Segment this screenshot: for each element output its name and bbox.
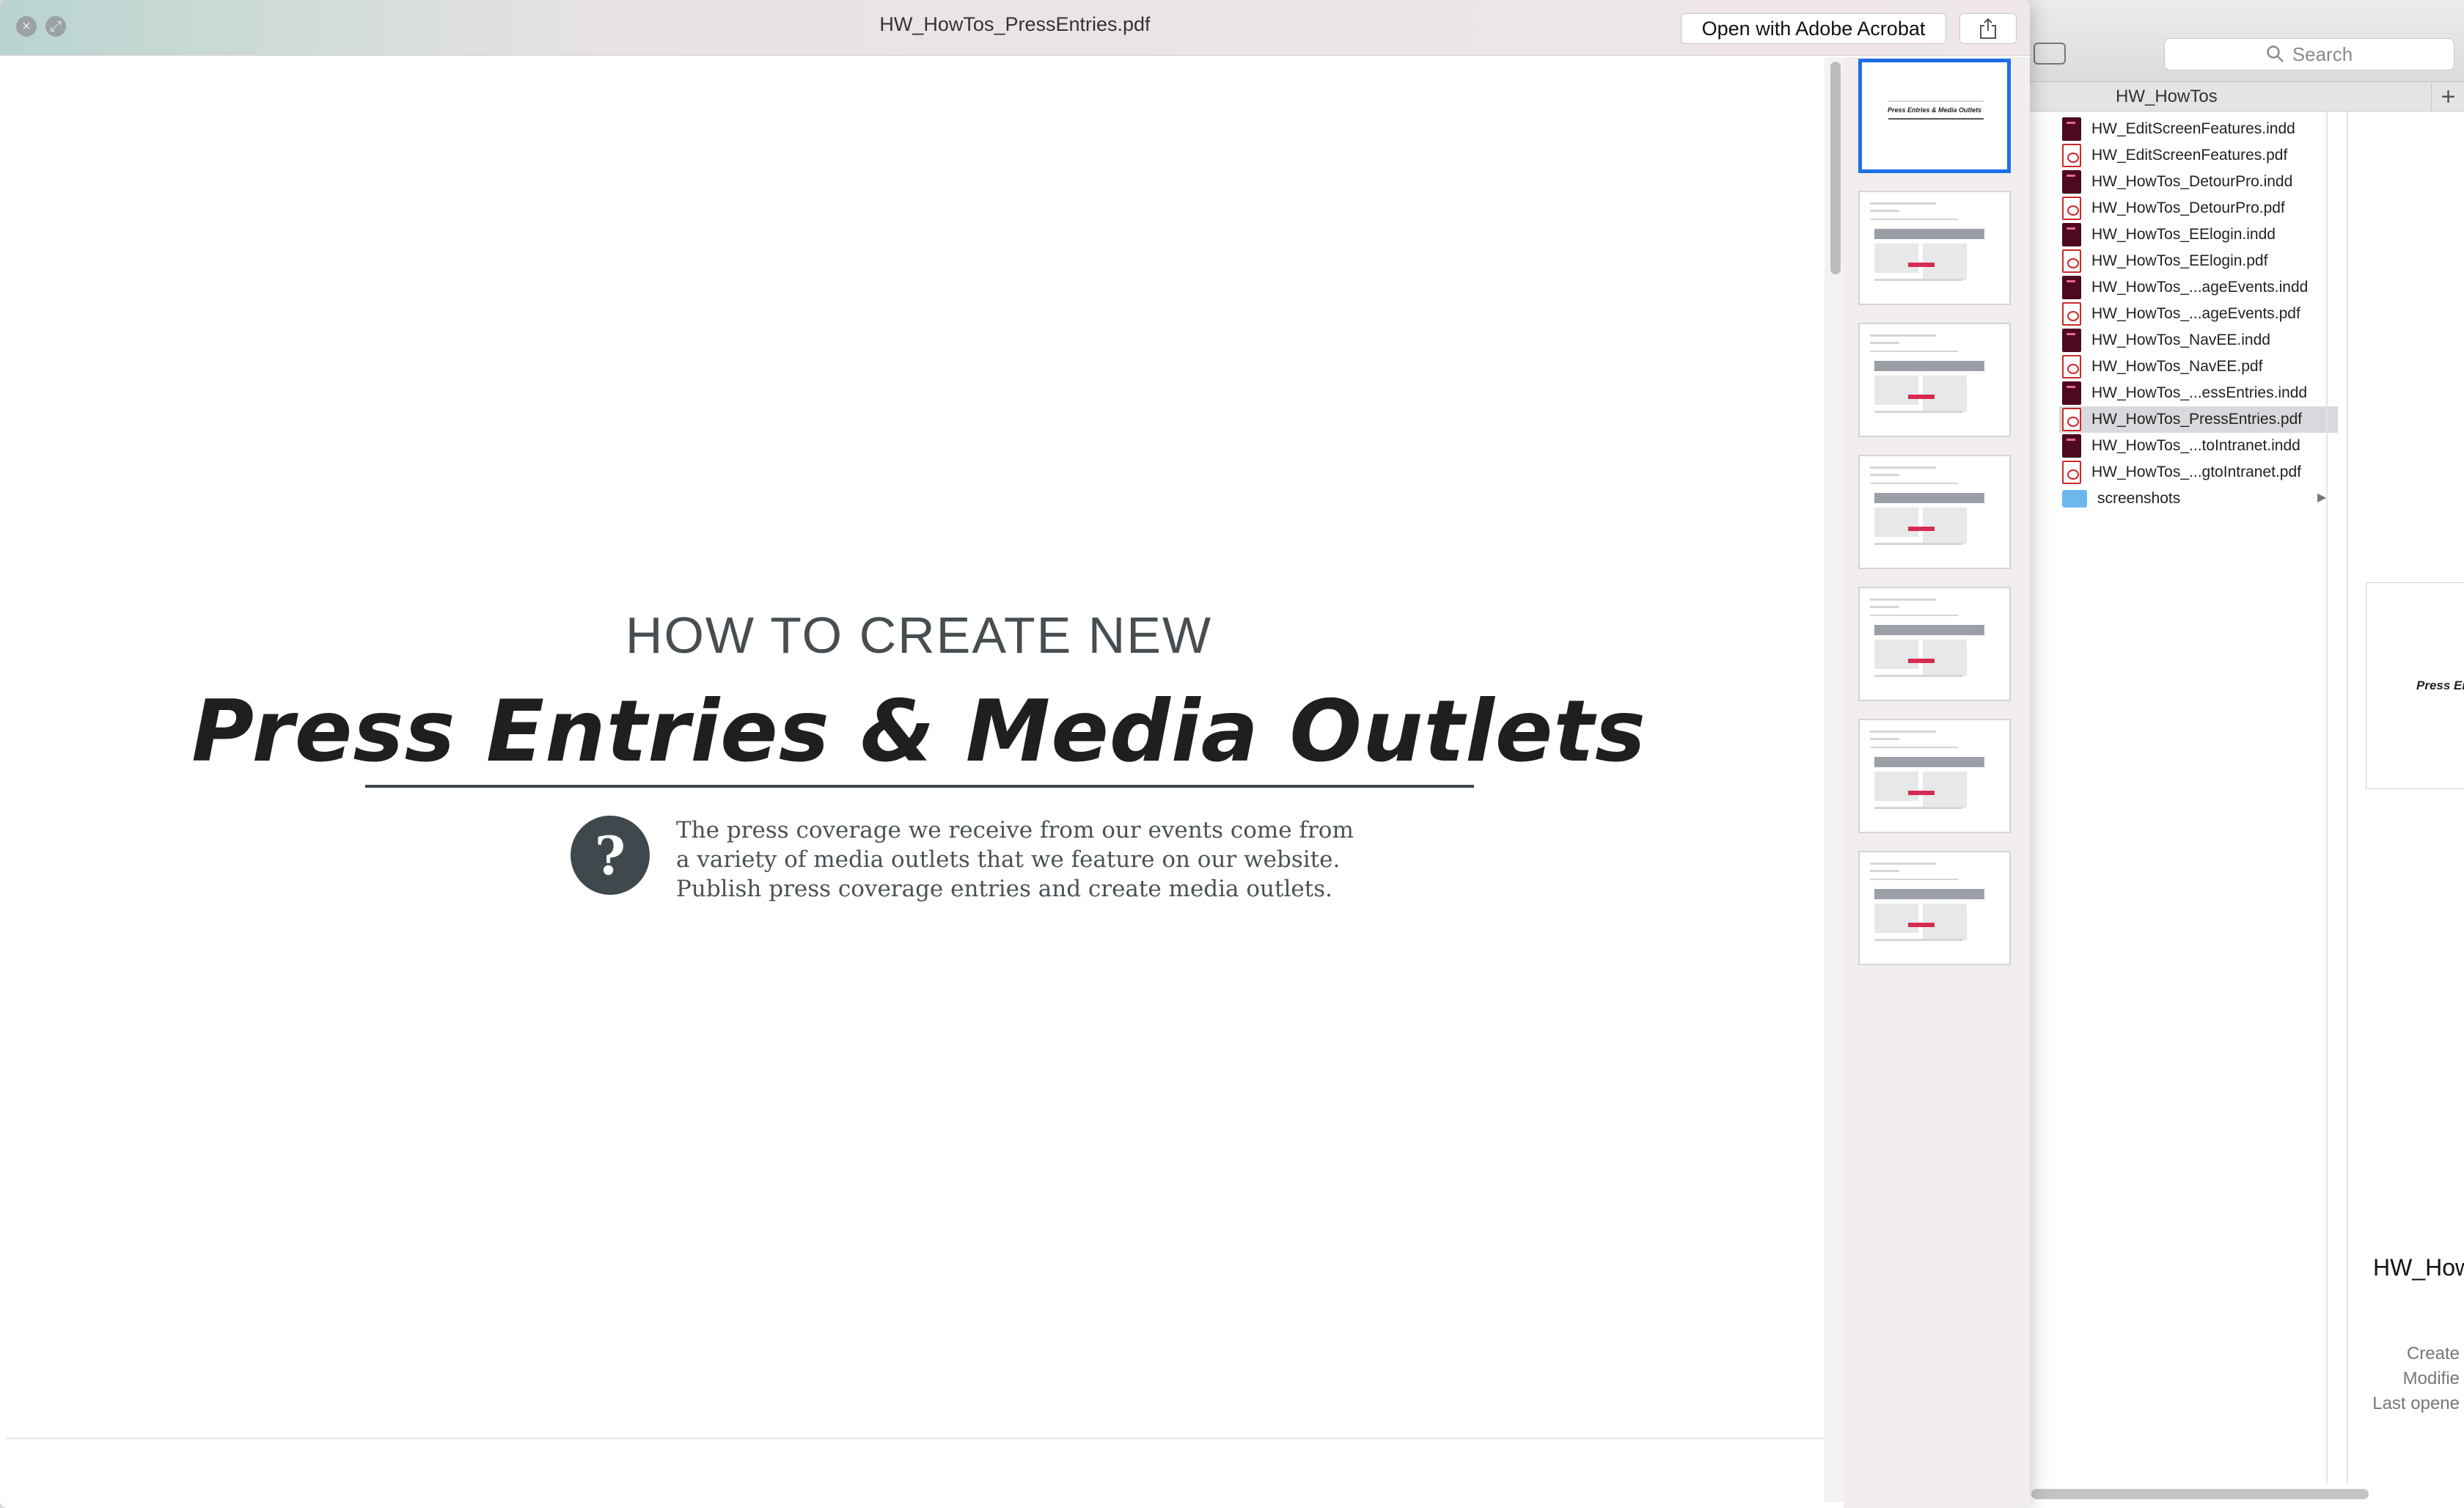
title-underline (365, 785, 1474, 788)
column-title: HW_HowTos (2116, 87, 2218, 106)
indesign-file-icon (2062, 329, 2081, 352)
file-name: screenshots (2097, 490, 2181, 507)
file-row[interactable]: HW_HowTos_EElogin.pdf (2062, 248, 2464, 274)
pdf-file-icon (2062, 355, 2081, 378)
disclosure-arrow-icon: ▶ (2317, 491, 2327, 504)
column-divider[interactable] (2347, 111, 2348, 1483)
share-button[interactable] (1959, 13, 2017, 44)
page-thumbnail[interactable] (1858, 851, 2011, 965)
share-icon (1980, 18, 1996, 39)
pdf-file-icon (2062, 408, 2081, 431)
file-name: HW_HowTos_...essEntries.indd (2091, 384, 2308, 401)
file-row[interactable]: HW_HowTos_DetourPro.indd (2062, 169, 2464, 195)
search-icon (2267, 45, 2284, 62)
file-name: HW_HowTos_NavEE.pdf (2091, 358, 2263, 375)
file-name: HW_HowTos_DetourPro.pdf (2091, 200, 2285, 216)
indesign-file-icon (2062, 434, 2081, 458)
file-row[interactable]: HW_EditScreenFeatures.pdf (2062, 142, 2464, 169)
pdf-file-icon (2062, 249, 2081, 273)
file-row[interactable]: HW_HowTos_DetourPro.pdf (2062, 195, 2464, 222)
folder-icon (2062, 490, 2087, 508)
preview-file-name: HW_How (2373, 1254, 2464, 1281)
indesign-file-icon (2062, 170, 2081, 194)
indesign-file-icon (2062, 276, 2081, 299)
preview-thumbnail: Press En (2366, 582, 2464, 789)
search-placeholder: Search (2292, 43, 2353, 65)
page-divider (6, 1438, 1825, 1439)
column-header: HW_HowTos + (2025, 82, 2464, 111)
page-thumbnail[interactable] (1858, 455, 2011, 569)
file-name: HW_HowTos_EElogin.pdf (2091, 252, 2268, 269)
description-line: The press coverage we receive from our e… (676, 817, 1354, 843)
file-name: HW_HowTos_...ageEvents.indd (2091, 279, 2309, 296)
meta-created-label: Create (2406, 1344, 2460, 1364)
open-with-acrobat-button[interactable]: Open with Adobe Acrobat (1681, 13, 1946, 44)
page-thumbnail[interactable] (1858, 719, 2011, 833)
pdf-file-icon (2062, 197, 2081, 220)
file-row[interactable]: HW_HowTos_PressEntries.pdf (2059, 406, 2338, 433)
indesign-file-icon (2062, 381, 2081, 405)
add-button[interactable]: + (2431, 82, 2464, 111)
file-name: HW_HowTos_...toIntranet.indd (2091, 437, 2300, 454)
description-line: Publish press coverage entries and creat… (676, 876, 1332, 902)
file-name: HW_EditScreenFeatures.indd (2091, 120, 2295, 137)
file-row[interactable]: HW_HowTos_...ageEvents.indd (2062, 274, 2464, 301)
page-thumbnail[interactable] (1858, 191, 2011, 305)
page-thumbnail[interactable] (1858, 587, 2011, 701)
file-name: HW_EditScreenFeatures.pdf (2091, 147, 2288, 164)
file-row[interactable]: HW_EditScreenFeatures.indd (2062, 116, 2464, 142)
file-name: HW_HowTos_PressEntries.pdf (2091, 411, 2303, 428)
column-divider[interactable] (2326, 111, 2328, 1483)
meta-modified-label: Modifie (2402, 1369, 2460, 1388)
search-field[interactable]: Search (2164, 38, 2454, 70)
indesign-file-icon (2062, 223, 2081, 246)
folder-row[interactable]: screenshots ▶ (2062, 486, 2464, 512)
file-row[interactable]: HW_HowTos_...essEntries.indd (2062, 380, 2464, 406)
file-name: HW_HowTos_...gtoIntranet.pdf (2091, 464, 2301, 480)
meta-last-opened-label: Last opene (2372, 1394, 2460, 1413)
page-thumbnail[interactable]: Press Entries & Media Outlets (1858, 59, 2011, 173)
back-icon[interactable] (2034, 43, 2066, 65)
finder-toolbar: Search (2025, 0, 2464, 82)
horizontal-scrollbar[interactable] (2031, 1489, 2369, 1499)
pdf-file-icon (2062, 144, 2081, 167)
description-line: a variety of media outlets that we featu… (676, 846, 1341, 873)
title-bar: × ⤢ HW_HowTos_PressEntries.pdf Open with… (0, 0, 2030, 56)
file-row[interactable]: HW_HowTos_NavEE.indd (2062, 327, 2464, 354)
file-name: HW_HowTos_NavEE.indd (2091, 332, 2270, 348)
file-row[interactable]: HW_HowTos_EElogin.indd (2062, 222, 2464, 248)
file-row[interactable]: HW_HowTos_...toIntranet.indd (2062, 433, 2464, 459)
file-row[interactable]: HW_HowTos_...gtoIntranet.pdf (2062, 459, 2464, 486)
document-description: The press coverage we receive from our e… (676, 816, 1354, 904)
question-icon: ? (571, 816, 650, 895)
thumbnail-sidebar: Press Entries & Media Outlets (1844, 57, 2030, 1508)
document-title: Press Entries & Media Outlets (191, 682, 1646, 781)
pdf-file-icon (2062, 302, 2081, 326)
quicklook-window: × ⤢ HW_HowTos_PressEntries.pdf Open with… (0, 0, 2030, 1508)
file-row[interactable]: HW_HowTos_...ageEvents.pdf (2062, 301, 2464, 327)
file-name: HW_HowTos_EElogin.indd (2091, 226, 2276, 243)
vertical-scrollbar[interactable] (1830, 62, 1841, 274)
file-row[interactable]: HW_HowTos_NavEE.pdf (2062, 354, 2464, 380)
pdf-file-icon (2062, 461, 2081, 484)
thumbnail-title: Press Entries & Media Outlets (1887, 106, 1982, 114)
page-thumbnail[interactable] (1858, 323, 2011, 437)
file-name: HW_HowTos_...ageEvents.pdf (2091, 305, 2300, 322)
file-name: HW_HowTos_DetourPro.indd (2091, 173, 2293, 190)
indesign-file-icon (2062, 117, 2081, 141)
preview-thumbnail-text: Press En (2416, 678, 2464, 692)
document-kicker: HOW TO CREATE NEW (625, 607, 1213, 664)
